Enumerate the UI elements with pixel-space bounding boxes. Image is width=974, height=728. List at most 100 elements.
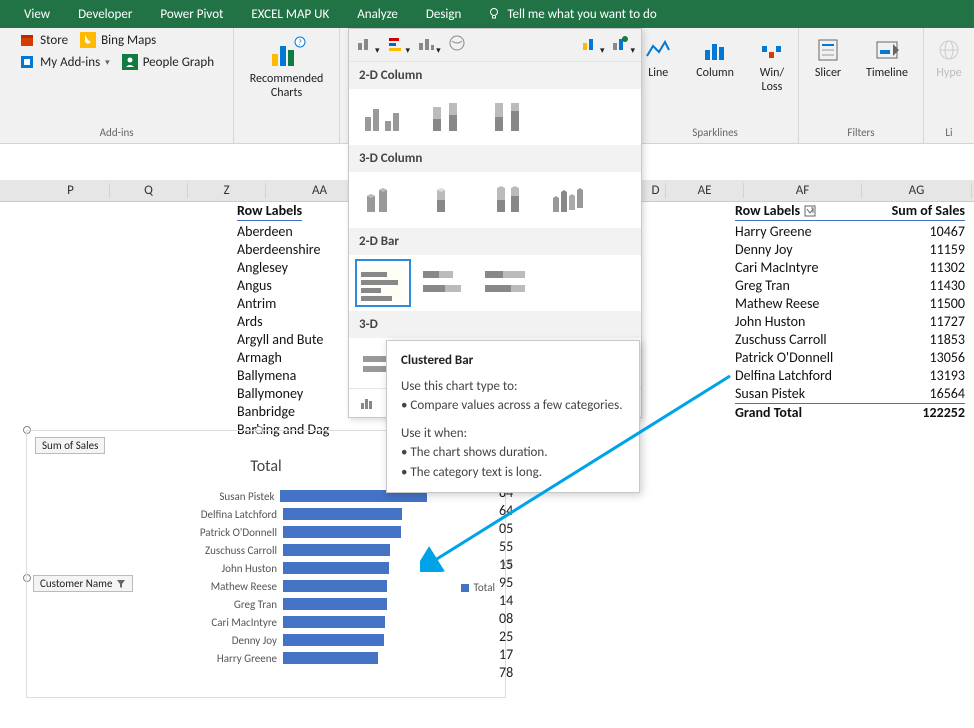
bing-icon bbox=[80, 32, 96, 48]
table-row[interactable]: Armagh bbox=[237, 349, 329, 367]
sparkline-line-button[interactable]: Line bbox=[638, 32, 678, 98]
table-row[interactable]: Patrick O'Donnell13056 bbox=[735, 349, 965, 367]
chart-bar: Delfina Latchford bbox=[167, 505, 427, 523]
table-row[interactable]: Cari MacIntyre11302 bbox=[735, 259, 965, 277]
col-Z[interactable]: Z bbox=[188, 183, 266, 198]
hierarchy-chart-menu[interactable]: ▾ bbox=[416, 33, 441, 57]
my-addins-button[interactable]: My Add-ins ▾ bbox=[19, 54, 110, 70]
table-row[interactable]: Denny Joy11159 bbox=[735, 241, 965, 259]
section-3d-column: 3-D Column bbox=[349, 145, 641, 172]
3d-stacked-column-option[interactable] bbox=[423, 182, 467, 218]
pivot-table-customers[interactable]: Row Labels Sum of Sales Harry Greene1046… bbox=[735, 202, 965, 422]
table-row[interactable]: Zuschuss Carroll11853 bbox=[735, 331, 965, 349]
stacked100-bar-option[interactable] bbox=[485, 265, 529, 301]
people-graph-button[interactable]: People Graph bbox=[122, 54, 214, 70]
customer-name-field[interactable]: Customer Name bbox=[33, 575, 133, 592]
people-graph-icon bbox=[122, 54, 138, 70]
hyperlink-icon bbox=[935, 36, 963, 64]
sparkline-line-icon bbox=[644, 36, 672, 64]
column-chart-menu[interactable]: ▾ bbox=[355, 33, 380, 57]
sum-of-sales-field[interactable]: Sum of Sales bbox=[35, 437, 105, 454]
table-row[interactable]: Argyll and Bute bbox=[237, 331, 329, 349]
section-2d-column: 2-D Column bbox=[349, 62, 641, 89]
filter-icon bbox=[116, 579, 126, 589]
timeline-icon bbox=[873, 36, 901, 64]
chart-bar: Greg Tran bbox=[167, 595, 427, 613]
table-row[interactable]: Ballymena bbox=[237, 367, 329, 385]
recommended-charts-button[interactable]: ? Recommended Charts bbox=[244, 32, 330, 104]
annotation-arrow bbox=[420, 372, 740, 572]
combo-chart-menu[interactable]: ▾ bbox=[580, 33, 605, 57]
col-P[interactable]: P bbox=[32, 183, 110, 198]
chart-bar: John Huston bbox=[167, 559, 427, 577]
clustered-column-option[interactable] bbox=[361, 99, 405, 135]
more-charts-icon bbox=[359, 395, 375, 411]
chart-bar: Patrick O'Donnell bbox=[167, 523, 427, 541]
store-icon bbox=[19, 32, 35, 48]
table-row[interactable]: Delfina Latchford13193 bbox=[735, 367, 965, 385]
chart-bar: Mathew Reese bbox=[167, 577, 427, 595]
3d-clustered-column-option[interactable] bbox=[361, 182, 405, 218]
timeline-button[interactable]: Timeline bbox=[860, 32, 914, 84]
col-AG[interactable]: AG bbox=[862, 183, 972, 198]
stacked-bar-option[interactable] bbox=[423, 265, 467, 301]
table-row[interactable]: Ards bbox=[237, 313, 329, 331]
sparkline-winloss-icon bbox=[758, 36, 786, 64]
table-row[interactable]: Banbridge bbox=[237, 403, 329, 421]
tab-excelmapuk[interactable]: EXCEL MAP UK bbox=[237, 2, 343, 27]
sparkline-column-icon bbox=[701, 36, 729, 64]
table-row[interactable]: Antrim bbox=[237, 295, 329, 313]
sort-icon[interactable] bbox=[804, 205, 816, 217]
tab-developer[interactable]: Developer bbox=[64, 2, 146, 27]
lightbulb-icon bbox=[487, 7, 501, 21]
sparkline-column-button[interactable]: Column bbox=[690, 32, 740, 98]
pivot-table-regions[interactable]: Row Labels AberdeenAberdeenshireAnglesey… bbox=[237, 202, 329, 439]
chart-bar: Cari MacIntyre bbox=[167, 613, 427, 631]
stacked-column-option[interactable] bbox=[423, 99, 467, 135]
sparkline-winloss-button[interactable]: Win/ Loss bbox=[752, 32, 792, 98]
filters-group-label: Filters bbox=[847, 124, 874, 141]
col-Q[interactable]: Q bbox=[110, 183, 188, 198]
table-row[interactable]: Harry Greene10467 bbox=[735, 223, 965, 241]
chart-bar: Denny Joy bbox=[167, 631, 427, 649]
tab-view[interactable]: View bbox=[10, 2, 64, 27]
map-chart-menu[interactable] bbox=[447, 33, 467, 57]
pivot-chart-menu[interactable]: ▾ bbox=[610, 33, 635, 57]
tab-analyze[interactable]: Analyze bbox=[343, 2, 412, 27]
addins-group-content: Store Bing Maps My Add-ins ▾ People Grap… bbox=[19, 32, 214, 70]
sparklines-group-label: Sparklines bbox=[692, 124, 738, 141]
tab-design[interactable]: Design bbox=[412, 2, 475, 27]
chart-bar: Harry Greene bbox=[167, 649, 427, 667]
col-D[interactable]: D bbox=[646, 183, 666, 198]
hyperlink-button: Hype bbox=[929, 32, 969, 84]
store-button[interactable]: Store bbox=[19, 32, 68, 48]
table-row[interactable]: Aberdeen bbox=[237, 223, 329, 241]
table-row[interactable]: Greg Tran11430 bbox=[735, 277, 965, 295]
clustered-bar-option[interactable] bbox=[361, 265, 405, 301]
addins-group-label: Add-ins bbox=[100, 124, 134, 141]
col-AE[interactable]: AE bbox=[666, 183, 744, 198]
table-row[interactable]: Anglesey bbox=[237, 259, 329, 277]
bar-chart-menu[interactable]: ▾ bbox=[386, 33, 411, 57]
chart-bar: Zuschuss Carroll bbox=[167, 541, 427, 559]
3d-stacked100-column-option[interactable] bbox=[485, 182, 529, 218]
table-row[interactable]: Mathew Reese11500 bbox=[735, 295, 965, 313]
table-row[interactable]: Susan Pistek16564 bbox=[735, 385, 965, 403]
bing-maps-button[interactable]: Bing Maps bbox=[80, 32, 156, 48]
slicer-button[interactable]: Slicer bbox=[808, 32, 848, 84]
table-row[interactable]: John Huston11727 bbox=[735, 313, 965, 331]
recommended-charts-icon: ? bbox=[266, 36, 308, 70]
stacked100-column-option[interactable] bbox=[485, 99, 529, 135]
addins-icon bbox=[19, 54, 35, 70]
dropdown-arrow-icon: ▾ bbox=[105, 57, 110, 68]
3d-column-option[interactable] bbox=[547, 182, 591, 218]
slicer-icon bbox=[814, 36, 842, 64]
tab-powerpivot[interactable]: Power Pivot bbox=[146, 2, 237, 27]
col-AF[interactable]: AF bbox=[744, 183, 862, 198]
table-row[interactable]: Angus bbox=[237, 277, 329, 295]
chart-legend: Total bbox=[461, 581, 495, 594]
table-row[interactable]: Ballymoney bbox=[237, 385, 329, 403]
tell-me-search[interactable]: Tell me what you want to do bbox=[487, 7, 656, 22]
table-row[interactable]: Aberdeenshire bbox=[237, 241, 329, 259]
svg-text:?: ? bbox=[298, 38, 302, 48]
